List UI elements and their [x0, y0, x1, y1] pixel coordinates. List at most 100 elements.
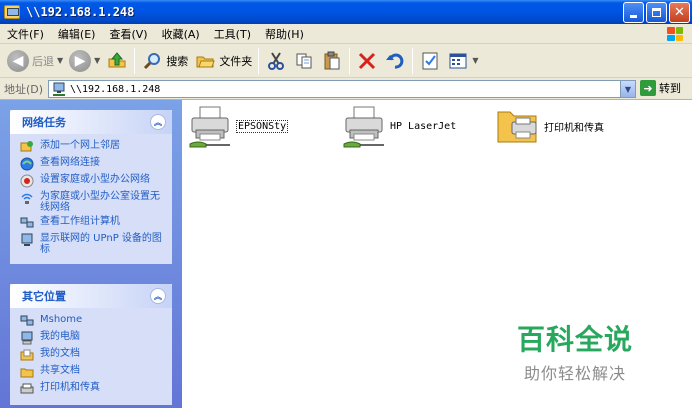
network-folder-icon: [4, 5, 20, 19]
my-documents-icon: [20, 349, 34, 361]
collapse-chevron-icon[interactable]: ︽: [150, 288, 166, 304]
forward-button[interactable]: ▶ ▼: [66, 47, 103, 75]
go-arrow-icon: ➜: [640, 80, 656, 96]
task-show-upnp[interactable]: 显示联网的 UPnP 设备的图标: [20, 233, 166, 255]
menu-favorites[interactable]: 收藏(A): [155, 26, 207, 42]
undo-button[interactable]: [381, 47, 409, 75]
minimize-icon: [630, 15, 637, 18]
chevron-down-icon: ▼: [624, 84, 632, 94]
folders-button[interactable]: 文件夹: [191, 47, 255, 75]
task-view-network-connections[interactable]: 查看网络连接: [20, 157, 166, 171]
close-button[interactable]: ✕: [669, 2, 690, 23]
network-tasks-header[interactable]: 网络任务 ︽: [10, 110, 172, 134]
address-input[interactable]: \\192.168.1.248 ▼: [48, 80, 636, 98]
task-setup-home-network[interactable]: 设置家庭或小型办公网络: [20, 174, 166, 188]
task-label: 查看网络连接: [40, 157, 100, 168]
upnp-devices-icon: [21, 233, 33, 246]
back-button[interactable]: ◀ 后退 ▼: [4, 47, 66, 75]
shared-printer-epson[interactable]: EPSONSty: [188, 104, 289, 148]
properties-icon: [419, 50, 441, 72]
forward-arrow-icon: ▶: [69, 49, 92, 72]
chevron-down-icon[interactable]: ▼: [94, 56, 100, 65]
task-pane: 网络任务 ︽ 添加一个网上邻居 查看网络连接 设置家庭或小型办公网络 为家庭或小…: [0, 100, 182, 408]
task-setup-wireless[interactable]: 为家庭或小型办公室设置无线网络: [20, 191, 166, 213]
paste-button[interactable]: [318, 47, 346, 75]
scissors-icon: [265, 50, 287, 72]
task-label: 设置家庭或小型办公网络: [40, 174, 150, 185]
my-computer-icon: [21, 331, 33, 345]
go-label: 转到: [659, 82, 681, 95]
network-tasks-panel: 网络任务 ︽ 添加一个网上邻居 查看网络连接 设置家庭或小型办公网络 为家庭或小…: [10, 110, 172, 264]
menu-view[interactable]: 查看(V): [102, 26, 154, 42]
copy-button[interactable]: [290, 47, 318, 75]
menu-tools[interactable]: 工具(T): [207, 26, 258, 42]
shared-printer-hp[interactable]: HP LaserJet: [342, 104, 456, 148]
go-button[interactable]: ➜ 转到: [640, 80, 681, 96]
watermark-sub: 助你轻松解决: [524, 364, 627, 383]
toolbar-divider: [349, 47, 351, 74]
delete-button[interactable]: [353, 47, 381, 75]
folders-label: 文件夹: [219, 54, 253, 68]
task-view-workgroup[interactable]: 查看工作组计算机: [20, 216, 166, 230]
network-tasks-title: 网络任务: [22, 116, 66, 129]
address-label: 地址(D): [4, 82, 44, 96]
toolbar: ◀ 后退 ▼ ▶ ▼ 搜索 文件夹 ▼: [0, 44, 692, 78]
place-label: 我的文档: [40, 348, 80, 359]
undo-icon: [384, 50, 406, 72]
folders-icon: [194, 50, 216, 72]
place-printers-faxes[interactable]: 打印机和传真: [20, 382, 166, 396]
task-label: 查看工作组计算机: [40, 216, 120, 227]
paste-icon: [321, 50, 343, 72]
maximize-button[interactable]: [646, 2, 667, 23]
menu-help[interactable]: 帮助(H): [258, 26, 311, 42]
task-label: 显示联网的 UPnP 设备的图标: [40, 233, 162, 255]
copy-icon: [293, 50, 315, 72]
address-dropdown-button[interactable]: ▼: [620, 81, 635, 97]
other-places-header[interactable]: 其它位置 ︽: [10, 284, 172, 308]
file-label: EPSONSty: [236, 119, 289, 133]
minimize-button[interactable]: [623, 2, 644, 23]
printers-faxes-icon: [20, 383, 34, 394]
place-label: 我的电脑: [40, 331, 80, 342]
other-places-title: 其它位置: [22, 290, 66, 303]
delete-x-icon: [356, 50, 378, 72]
place-shared-documents[interactable]: 共享文档: [20, 365, 166, 379]
up-button[interactable]: [103, 47, 131, 75]
title-bar[interactable]: \\192.168.1.248 ✕: [0, 0, 692, 24]
printers-faxes-folder[interactable]: 打印机和传真: [496, 104, 604, 148]
place-label: 共享文档: [40, 365, 80, 376]
search-button[interactable]: 搜索: [138, 47, 191, 75]
task-add-network-place[interactable]: 添加一个网上邻居: [20, 140, 166, 154]
menu-bar: 文件(F) 编辑(E) 查看(V) 收藏(A) 工具(T) 帮助(H): [0, 24, 692, 44]
menu-file[interactable]: 文件(F): [0, 26, 51, 42]
watermark-main: 百科全说: [517, 323, 634, 356]
views-button[interactable]: ▼: [444, 47, 481, 75]
place-my-documents[interactable]: 我的文档: [20, 348, 166, 362]
close-icon: ✕: [674, 5, 685, 20]
back-label: 后退: [32, 54, 54, 68]
file-view[interactable]: EPSONSty HP LaserJet 打印机和传真 百科全说 助你轻松解决: [182, 100, 692, 408]
shared-documents-icon: [20, 368, 34, 378]
place-mshome[interactable]: Mshome: [20, 314, 166, 328]
properties-button[interactable]: [416, 47, 444, 75]
printers-folder-icon: [497, 111, 537, 143]
printer-share-icon: [343, 106, 384, 148]
cut-button[interactable]: [262, 47, 290, 75]
chevron-down-icon[interactable]: ▼: [472, 56, 478, 65]
toolbar-divider: [258, 47, 260, 74]
home-network-setup-icon: [20, 174, 34, 188]
views-grid-icon: [447, 50, 469, 72]
windows-logo-icon: [662, 25, 688, 43]
file-label: 打印机和传真: [544, 122, 604, 134]
address-bar: 地址(D) \\192.168.1.248 ▼ ➜ 转到: [0, 78, 692, 100]
place-my-computer[interactable]: 我的电脑: [20, 331, 166, 345]
search-label: 搜索: [166, 54, 189, 68]
chevron-down-icon[interactable]: ▼: [57, 56, 63, 65]
collapse-chevron-icon[interactable]: ︽: [150, 114, 166, 130]
window-controls: ✕: [623, 2, 690, 23]
menu-edit[interactable]: 编辑(E): [51, 26, 103, 42]
network-computer-icon: [20, 315, 34, 326]
network-share-icon: [53, 82, 65, 96]
search-icon: [141, 50, 163, 72]
other-places-panel: 其它位置 ︽ Mshome 我的电脑 我的文档 共享文档 打印机和传真: [10, 284, 172, 405]
